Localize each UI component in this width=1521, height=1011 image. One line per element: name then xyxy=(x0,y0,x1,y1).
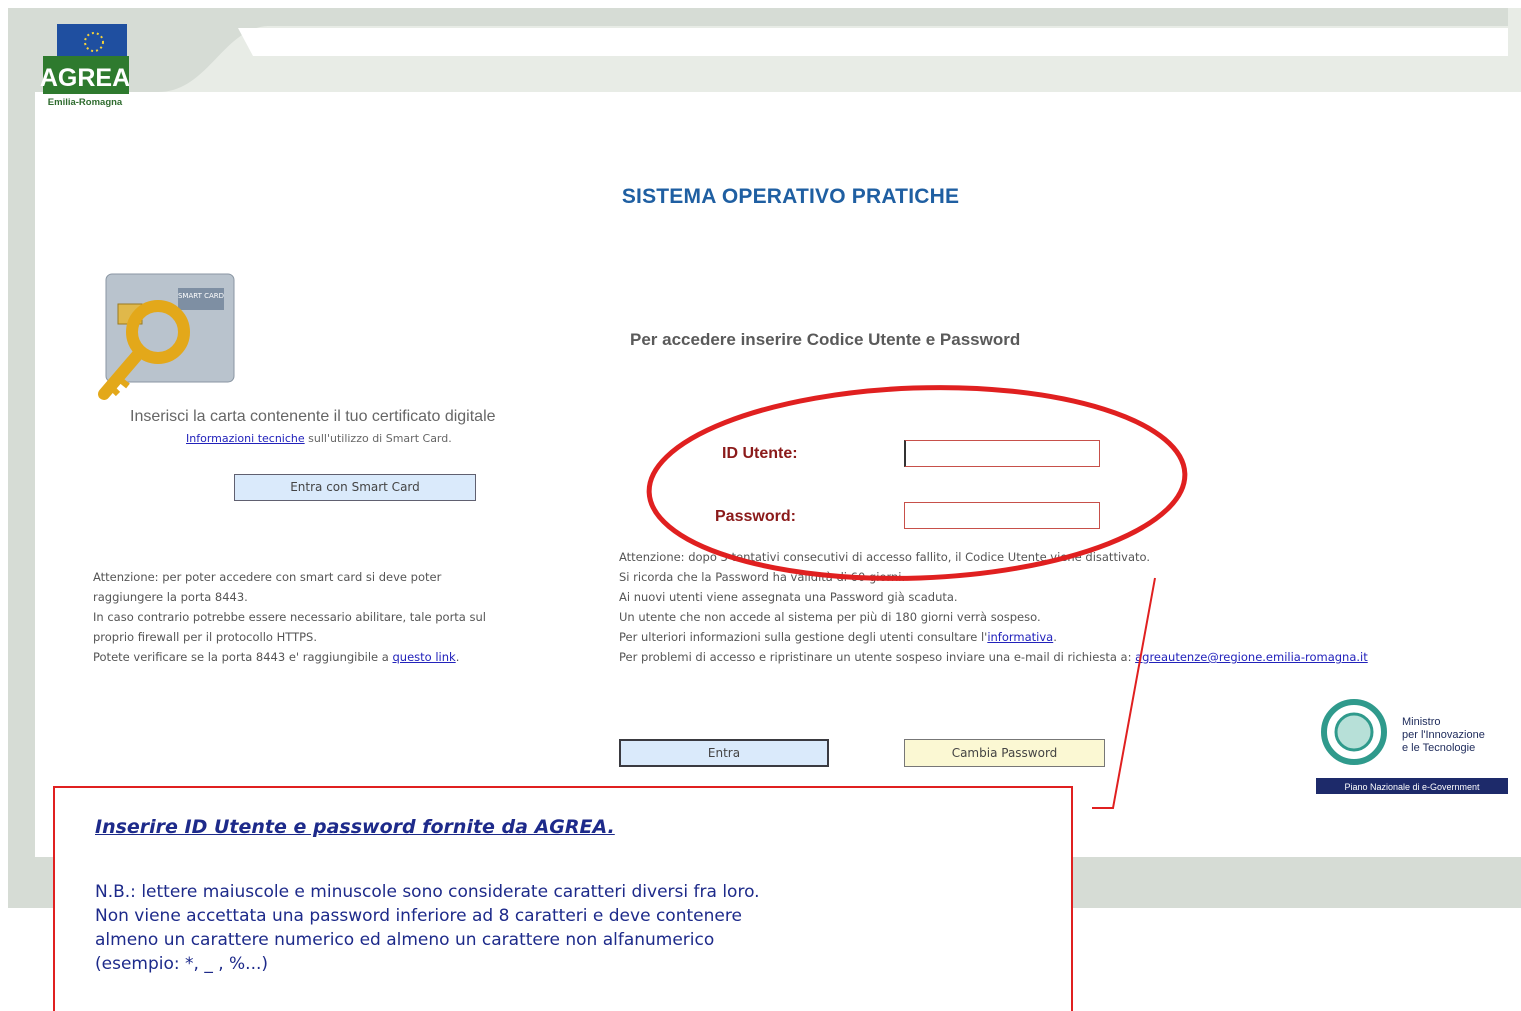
verify-text: Potete verificare se la porta 8443 e' ra… xyxy=(93,650,393,664)
warning-line: raggiungere la porta 8443. xyxy=(93,590,248,604)
callout-line: Non viene accettata una password inferio… xyxy=(95,906,742,926)
callout-line: (esempio: *, _ , %...) xyxy=(95,954,269,974)
ministry-banner: Piano Nazionale di e-Government xyxy=(1344,782,1480,792)
annotation-callout: Inserire ID Utente e password fornite da… xyxy=(53,786,1073,1011)
smartcard-info: Informazioni tecniche sull'utilizzo di S… xyxy=(186,432,452,445)
ministry-line3: e le Tecnologie xyxy=(1402,742,1475,754)
note-line: Per ulteriori informazioni sulla gestion… xyxy=(619,627,1479,647)
info-end: . xyxy=(1053,630,1057,644)
callout-line: N.B.: lettere maiuscole e minuscole sono… xyxy=(95,882,760,902)
support-email-link[interactable]: agreautenze@regione.emilia-romagna.it xyxy=(1135,650,1368,664)
note-line: Si ricorda che la Password ha validità d… xyxy=(619,570,906,584)
smartcard-prompt: Inserisci la carta contenente il tuo cer… xyxy=(130,408,496,425)
note-line: Attenzione: dopo 3 tentativi consecutivi… xyxy=(619,550,1150,564)
informativa-link[interactable]: informativa xyxy=(987,630,1053,644)
callout-body: N.B.: lettere maiuscole e minuscole sono… xyxy=(95,880,1055,976)
warning-line: proprio firewall per il protocollo HTTPS… xyxy=(93,630,318,644)
smart-card-key-icon: SMART CARD xyxy=(96,266,242,406)
logo-text: AGREA xyxy=(40,64,129,92)
ministry-line2: per l'Innovazione xyxy=(1402,729,1485,741)
ministry-logo: Ministro per l'Innovazione e le Tecnolog… xyxy=(1316,698,1508,796)
callout-line: almeno un carattere numerico ed almeno u… xyxy=(95,930,715,950)
verify-end: . xyxy=(455,650,460,664)
logo-subtext: Emilia-Romagna xyxy=(48,97,123,108)
password-label: Password: xyxy=(715,508,796,525)
note-line: Per problemi di accesso e ripristinare u… xyxy=(619,647,1479,667)
warning-line: In caso contrario potrebbe essere necess… xyxy=(93,610,486,624)
note-line: Ai nuovi utenti viene assegnata una Pass… xyxy=(619,590,958,604)
callout-title: Inserire ID Utente e password fornite da… xyxy=(95,816,615,838)
warning-line: Potete verificare se la porta 8443 e' ra… xyxy=(93,647,583,667)
user-id-input[interactable] xyxy=(904,440,1100,467)
technical-info-link[interactable]: Informazioni tecniche xyxy=(186,432,305,445)
smartcard-info-text: sull'utilizzo di Smart Card. xyxy=(304,432,452,445)
note-line: Un utente che non accede al sistema per … xyxy=(619,610,1041,624)
info-text: Per ulteriori informazioni sulla gestion… xyxy=(619,630,988,644)
user-id-label: ID Utente: xyxy=(722,445,798,462)
warning-line: Attenzione: per poter accedere con smart… xyxy=(93,570,442,584)
agrea-logo: AGREA Emilia-Romagna xyxy=(39,22,130,112)
ministry-line1: Ministro xyxy=(1402,716,1441,728)
change-password-button[interactable]: Cambia Password xyxy=(904,739,1105,767)
problem-text: Per problemi di accesso e ripristinare u… xyxy=(619,650,1136,664)
smartcard-warning: Attenzione: per poter accedere con smart… xyxy=(93,567,583,667)
page-title: SISTEMA OPERATIVO PRATICHE xyxy=(621,185,960,208)
header-band xyxy=(8,8,1521,92)
login-notes: Attenzione: dopo 3 tentativi consecutivi… xyxy=(619,547,1479,667)
login-button[interactable]: Entra xyxy=(619,739,829,767)
password-input[interactable] xyxy=(904,502,1100,529)
port-check-link[interactable]: questo link xyxy=(392,650,455,664)
card-label: SMART CARD xyxy=(178,292,224,300)
login-heading: Per accedere inserire Codice Utente e Pa… xyxy=(630,330,1021,349)
smartcard-login-button[interactable]: Entra con Smart Card xyxy=(234,474,476,501)
